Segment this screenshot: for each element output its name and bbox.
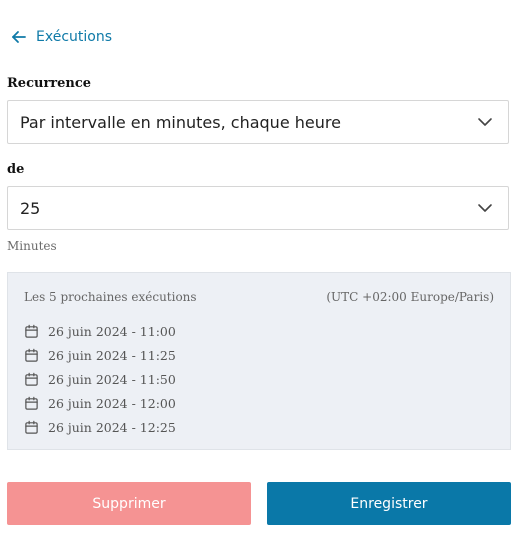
upcoming-runs-list: 26 juin 2024 - 11:00 26 juin 2024 - 11:2…: [24, 319, 176, 439]
run-datetime: 26 juin 2024 - 11:00: [48, 323, 176, 339]
recurrence-select[interactable]: Par intervalle en minutes, chaque heure: [7, 100, 509, 144]
list-item: 26 juin 2024 - 11:00: [24, 319, 176, 343]
list-item: 26 juin 2024 - 12:25: [24, 415, 176, 439]
upcoming-runs-panel: Les 5 prochaines exécutions (UTC +02:00 …: [7, 272, 511, 450]
run-datetime: 26 juin 2024 - 11:50: [48, 371, 176, 387]
run-datetime: 26 juin 2024 - 12:25: [48, 419, 176, 435]
list-item: 26 juin 2024 - 12:00: [24, 391, 176, 415]
save-button[interactable]: Enregistrer: [267, 482, 511, 525]
calendar-icon: [24, 348, 39, 363]
minutes-hint: Minutes: [7, 239, 57, 253]
recurrence-value: Par intervalle en minutes, chaque heure: [20, 112, 341, 132]
list-item: 26 juin 2024 - 11:25: [24, 343, 176, 367]
calendar-icon: [24, 372, 39, 387]
recurrence-label: Recurrence: [7, 76, 92, 91]
run-datetime: 26 juin 2024 - 12:00: [48, 395, 176, 411]
run-datetime: 26 juin 2024 - 11:25: [48, 347, 176, 363]
arrow-left-icon: [10, 28, 28, 46]
list-item: 26 juin 2024 - 11:50: [24, 367, 176, 391]
back-link-label: Exécutions: [36, 29, 112, 45]
delete-button[interactable]: Supprimer: [7, 482, 251, 525]
back-link[interactable]: Exécutions: [10, 28, 112, 46]
calendar-icon: [24, 420, 39, 435]
start-label: de: [7, 162, 25, 177]
calendar-icon: [24, 396, 39, 411]
chevron-down-icon: [476, 113, 494, 131]
chevron-down-icon: [476, 199, 494, 217]
calendar-icon: [24, 324, 39, 339]
timezone-label: (UTC +02:00 Europe/Paris): [326, 290, 494, 304]
start-minute-select[interactable]: 25: [7, 186, 509, 230]
start-minute-value: 25: [20, 198, 41, 218]
upcoming-runs-title: Les 5 prochaines exécutions: [24, 290, 197, 304]
